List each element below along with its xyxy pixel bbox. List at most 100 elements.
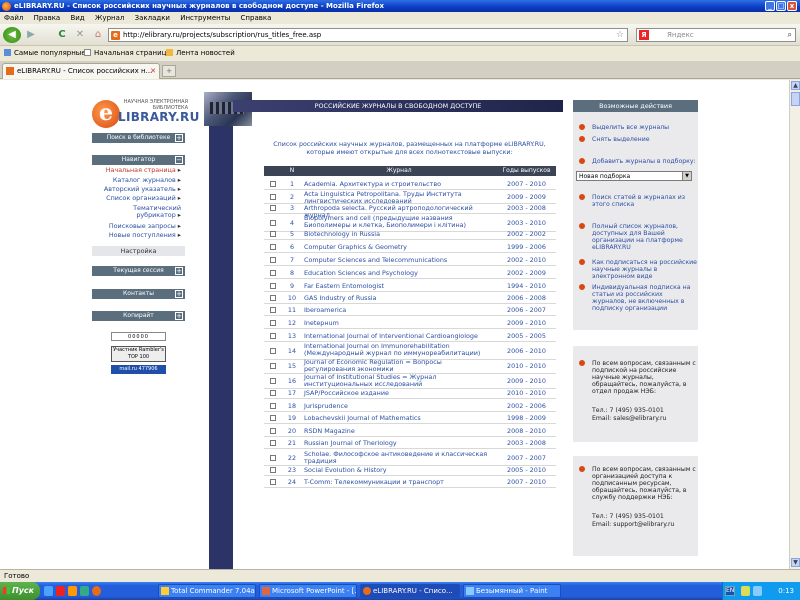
language-indicator[interactable]: EN xyxy=(725,586,735,596)
menu-history[interactable]: Журнал xyxy=(95,14,124,22)
journal-checkbox[interactable] xyxy=(270,193,276,200)
nav-link-catalog[interactable]: Каталог журналов ▸ xyxy=(113,177,181,184)
journal-title-link[interactable]: Biotechnology in Russia xyxy=(304,230,494,238)
tray-icon[interactable] xyxy=(741,586,750,596)
journal-checkbox[interactable] xyxy=(270,466,276,473)
journal-checkbox[interactable] xyxy=(270,414,276,421)
new-tab-button[interactable]: + xyxy=(162,65,176,77)
nav-link-home[interactable]: Начальная страница ▸ xyxy=(106,167,181,174)
journal-title-link[interactable]: Jurisprudence xyxy=(304,402,494,410)
quicklaunch-app-icon[interactable] xyxy=(68,586,77,596)
journal-title-link[interactable]: Lobachevskii Journal of Mathematics xyxy=(304,414,494,422)
journal-checkbox[interactable] xyxy=(270,256,276,263)
journal-title-link[interactable]: Inetернum xyxy=(304,319,494,327)
maximize-button[interactable]: □ xyxy=(776,1,786,11)
bookmark-news-feed[interactable]: Лента новостей xyxy=(166,47,235,60)
how-to-subscribe-link[interactable]: Как подписаться на российские научные жу… xyxy=(579,259,697,280)
task-paint[interactable]: Безымянный - Paint xyxy=(463,584,561,598)
journal-title-link[interactable]: Russian Journal of Theriology xyxy=(304,439,494,447)
journal-checkbox[interactable] xyxy=(270,402,276,409)
nav-link-rubricator[interactable]: Тематический рубрикатор ▸ xyxy=(111,205,181,219)
menu-help[interactable]: Справка xyxy=(241,14,272,22)
journal-checkbox[interactable] xyxy=(270,230,276,237)
home-icon[interactable]: ⌂ xyxy=(92,27,104,43)
forward-button[interactable]: ▶ xyxy=(24,27,38,43)
journal-title-link[interactable]: Biopolymers and cell (предыдущие названи… xyxy=(304,215,494,229)
journal-title-link[interactable]: Academia. Архитектура и строительство xyxy=(304,180,494,188)
search-icon[interactable]: ⌕ xyxy=(788,29,792,41)
reload-icon[interactable]: C xyxy=(56,27,68,43)
journal-checkbox[interactable] xyxy=(270,362,276,369)
journal-checkbox[interactable] xyxy=(270,377,276,384)
bookmark-star-icon[interactable]: ☆ xyxy=(616,29,624,41)
task-total-commander[interactable]: Total Commander 7.04a ... xyxy=(158,584,256,598)
menu-edit[interactable]: Правка xyxy=(34,14,61,22)
journal-title-link[interactable]: Far Eastern Entomologist xyxy=(304,282,494,290)
select-all-link[interactable]: Выделить все журналы xyxy=(579,124,697,131)
navigator-header[interactable]: Навигатор − xyxy=(92,155,185,165)
task-powerpoint[interactable]: Microsoft PowerPoint - [... xyxy=(259,584,357,598)
journal-title-link[interactable]: GAS Industry of Russia xyxy=(304,294,494,302)
scroll-thumb[interactable] xyxy=(791,92,800,106)
task-firefox[interactable]: eLIBRARY.RU - Списо... xyxy=(360,584,460,598)
scroll-down-icon[interactable]: ▼ xyxy=(791,558,800,567)
journal-checkbox[interactable] xyxy=(270,427,276,434)
counter-mailru[interactable]: mail.ru 477906 xyxy=(111,365,166,374)
journal-checkbox[interactable] xyxy=(270,306,276,313)
collection-dropdown[interactable]: Новая подборка ▼ xyxy=(576,171,692,181)
search-articles-link[interactable]: Поиск статей в журналах из этого списка xyxy=(579,194,697,208)
individual-subscription-link[interactable]: Индивидуальная подписка на статьи из рос… xyxy=(579,284,697,312)
journal-checkbox[interactable] xyxy=(270,243,276,250)
close-tab-icon[interactable]: ✕ xyxy=(150,64,156,78)
nav-link-authors[interactable]: Авторский указатель ▸ xyxy=(104,186,181,193)
nav-link-queries[interactable]: Поисковые запросы ▸ xyxy=(109,223,181,230)
journal-title-link[interactable]: Scholae. Философское антиковедение и кла… xyxy=(304,451,494,465)
journal-title-link[interactable]: Journal of Institutional Studies = Журна… xyxy=(304,374,494,388)
journal-checkbox[interactable] xyxy=(270,282,276,289)
tab-elibrary[interactable]: eLIBRARY.RU - Список российских н... ✕ xyxy=(2,63,160,79)
back-button[interactable]: ◀ xyxy=(3,27,21,43)
tray-network-icon[interactable] xyxy=(753,586,762,596)
bookmark-most-visited[interactable]: Самые популярные xyxy=(4,47,86,60)
search-bar[interactable]: Я Яндекс ⌕ xyxy=(636,28,796,42)
counter-rambler[interactable]: Участник Rambler's TOP 100 xyxy=(111,346,166,362)
journal-checkbox[interactable] xyxy=(270,204,276,211)
counter-liveinternet[interactable]: 00000 xyxy=(111,332,166,341)
support-email[interactable]: Email: support@elibrary.ru xyxy=(579,521,697,528)
journal-title-link[interactable]: Journal of Economic Regulation = Вопросы… xyxy=(304,359,494,373)
quicklaunch-desktop-icon[interactable] xyxy=(44,586,53,596)
session-header[interactable]: Текущая сессия + xyxy=(92,266,185,276)
journal-title-link[interactable]: International Journal of Interventional … xyxy=(304,332,494,340)
logo-text[interactable]: LIBRARY.RU xyxy=(118,110,200,124)
journal-title-link[interactable]: International Journal on Immunorehabilit… xyxy=(304,343,494,357)
sales-email[interactable]: Email: sales@elibrary.ru xyxy=(579,415,697,422)
settings-link[interactable]: Настройка xyxy=(92,246,185,256)
journal-title-link[interactable]: Computer Sciences and Telecommunications xyxy=(304,256,494,264)
journal-title-link[interactable]: Social Evolution & History xyxy=(304,466,494,474)
url-bar[interactable]: e http://elibrary.ru/projects/subscripti… xyxy=(108,28,628,42)
journal-checkbox[interactable] xyxy=(270,478,276,485)
quicklaunch-opera-icon[interactable] xyxy=(56,586,65,596)
journal-checkbox[interactable] xyxy=(270,347,276,354)
journal-title-link[interactable]: T-Comm: Телекоммуникации и транспорт xyxy=(304,478,494,486)
full-list-link[interactable]: Полный список журналов, доступных для Ва… xyxy=(579,223,697,251)
journal-checkbox[interactable] xyxy=(270,269,276,276)
journal-checkbox[interactable] xyxy=(270,219,276,226)
menu-file[interactable]: Файл xyxy=(4,14,23,22)
deselect-link[interactable]: Снять выделение xyxy=(579,136,697,143)
journal-title-link[interactable]: Iberoamerica xyxy=(304,306,494,314)
copyright-header[interactable]: Копирайт + xyxy=(92,311,185,321)
scroll-up-icon[interactable]: ▲ xyxy=(791,81,800,90)
journal-title-link[interactable]: Education Sciences and Psychology xyxy=(304,269,494,277)
close-button[interactable]: x xyxy=(787,1,797,11)
contacts-header[interactable]: Контакты + xyxy=(92,289,185,299)
quicklaunch-firefox-icon[interactable] xyxy=(92,586,101,596)
journal-checkbox[interactable] xyxy=(270,439,276,446)
journal-checkbox[interactable] xyxy=(270,180,276,187)
menu-view[interactable]: Вид xyxy=(70,14,84,22)
journal-checkbox[interactable] xyxy=(270,319,276,326)
minimize-button[interactable]: _ xyxy=(765,1,775,11)
journal-checkbox[interactable] xyxy=(270,454,276,461)
nav-link-new[interactable]: Новые поступления ▸ xyxy=(109,232,181,239)
bookmark-start-page[interactable]: Начальная страница xyxy=(84,47,171,60)
